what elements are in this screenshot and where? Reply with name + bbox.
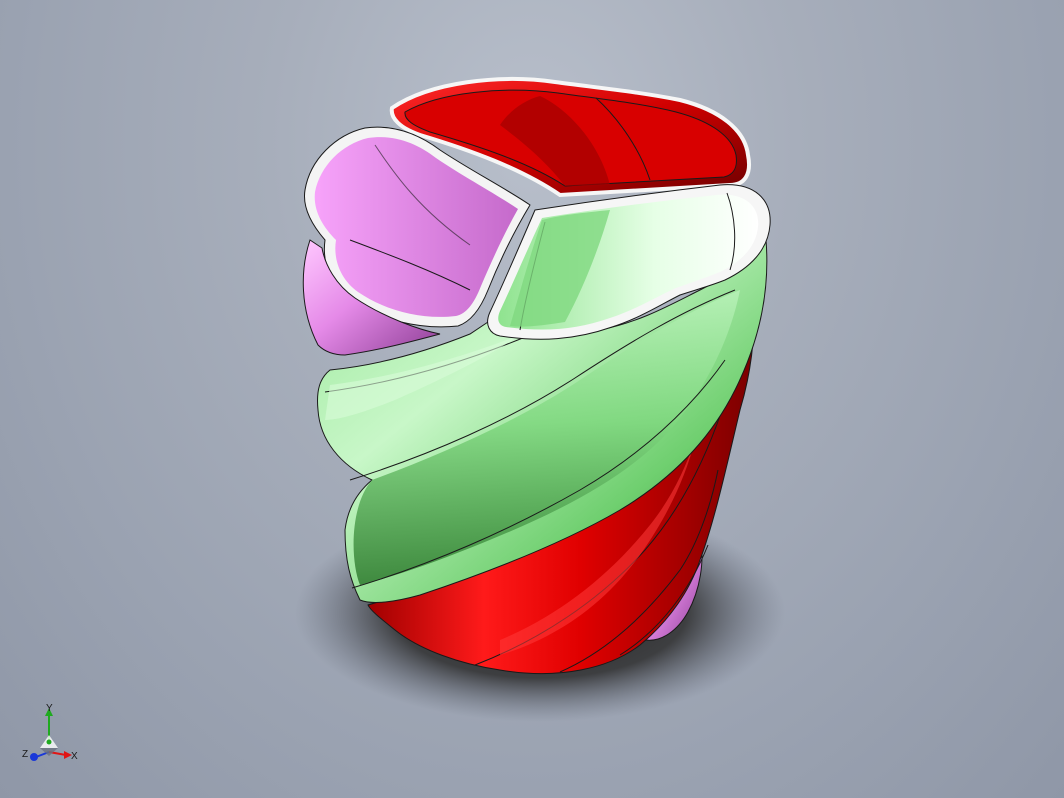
- graphics-viewport[interactable]: Y Z X: [0, 0, 1064, 798]
- model-view[interactable]: [0, 0, 1064, 798]
- y-axis-label: Y: [46, 703, 53, 714]
- x-axis-label: X: [71, 751, 78, 762]
- z-axis-label: Z: [22, 749, 29, 760]
- triad-labels: Y Z X: [18, 700, 88, 770]
